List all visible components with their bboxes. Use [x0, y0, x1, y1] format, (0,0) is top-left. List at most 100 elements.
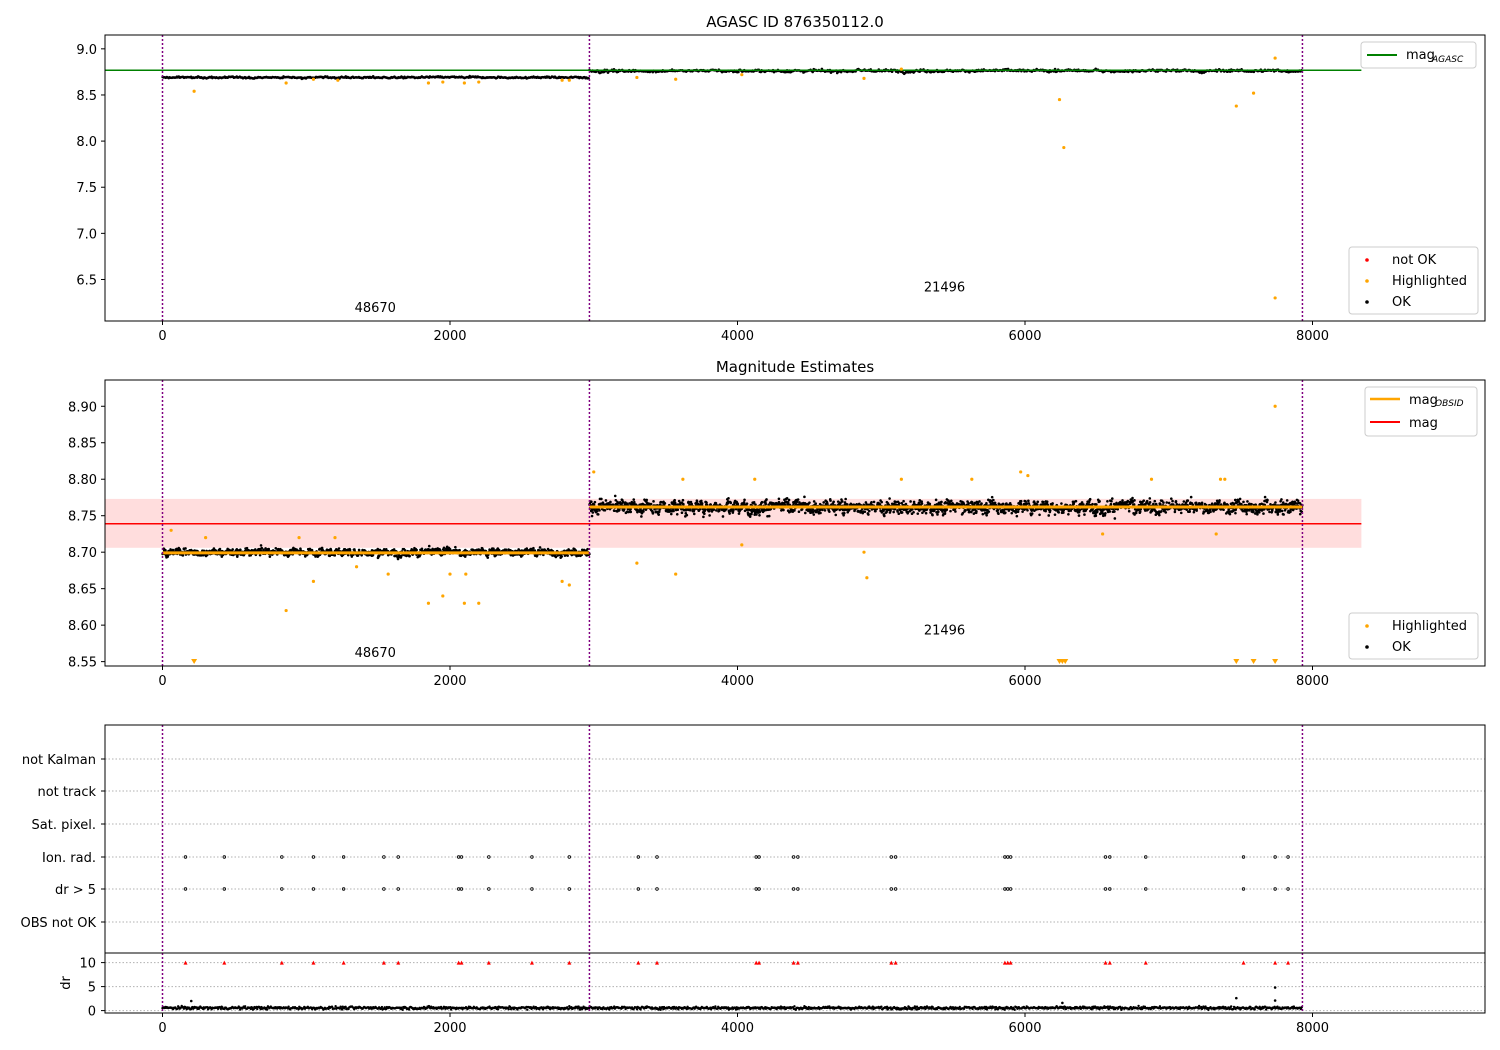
- ok-point: [1001, 502, 1005, 506]
- ok-point: [1233, 498, 1237, 502]
- highlighted-point: [386, 572, 390, 576]
- ok-point: [675, 512, 679, 516]
- ok-point: [649, 502, 653, 506]
- ok-point: [651, 512, 655, 515]
- ok-point: [1036, 500, 1040, 504]
- ok-point: [1083, 513, 1086, 516]
- ok-point: [996, 508, 1000, 512]
- figure: AGASC ID 876350112.0 48670214960 2000 4000…: [21, 13, 1486, 1036]
- ok-point: [632, 498, 636, 501]
- legend-label-mag-agasc: mag: [1406, 48, 1435, 63]
- ok-point: [171, 548, 175, 552]
- ok-point: [181, 554, 185, 557]
- ok-point: [454, 545, 457, 549]
- ok-point: [834, 513, 838, 517]
- ok-point: [911, 508, 914, 511]
- ok-point: [685, 513, 689, 517]
- ok-point: [829, 499, 832, 502]
- ok-point: [1222, 508, 1225, 512]
- panel-magnitude-estimates: Magnitude Estimates 48670214960 2000 4000 6…: [68, 358, 1486, 689]
- ok-point: [166, 555, 170, 558]
- ok-point: [985, 513, 988, 517]
- ok-point: [1153, 499, 1157, 503]
- ok-point: [949, 499, 953, 503]
- ok-point: [1131, 496, 1134, 500]
- ok-point: [652, 500, 655, 503]
- ok-point: [337, 547, 341, 550]
- legend-marker: [1365, 300, 1369, 304]
- y-tick-label: 7.5: [76, 181, 97, 196]
- ok-point: [1004, 511, 1007, 514]
- ok-point: [758, 513, 761, 517]
- ok-point: [486, 556, 490, 559]
- ok-point: [1165, 501, 1169, 504]
- ok-point: [1174, 500, 1178, 503]
- ok-point: [729, 501, 733, 505]
- ok-point: [595, 509, 599, 513]
- ok-point: [841, 500, 844, 503]
- y-tick-label: 9.0: [76, 43, 97, 58]
- ok-point: [705, 501, 708, 505]
- ok-point: [1189, 495, 1193, 499]
- ok-point: [718, 509, 721, 512]
- x-tick-label: 8000: [1296, 329, 1329, 344]
- ok-point: [940, 500, 943, 504]
- ok-point: [737, 512, 741, 515]
- ok-point: [1274, 501, 1277, 504]
- ok-point: [934, 498, 938, 502]
- ok-point: [708, 514, 711, 517]
- ok-point: [1113, 510, 1116, 513]
- highlighted-point: [333, 535, 337, 540]
- ok-point: [1210, 502, 1214, 505]
- ok-point: [785, 496, 789, 500]
- ok-point: [1091, 502, 1094, 506]
- highlighted-point: [1273, 56, 1277, 60]
- ok-point: [618, 508, 621, 512]
- ok-point: [1060, 502, 1063, 505]
- panel1-plot: 48670214960 2000 4000 6000 80006.57.07.58.08…: [76, 34, 1486, 344]
- ok-point: [1242, 500, 1245, 504]
- ok-point: [1138, 510, 1142, 514]
- ok-point: [714, 501, 718, 505]
- highlighted-point: [441, 80, 445, 84]
- ok-point: [931, 513, 934, 517]
- highlighted-point: [354, 565, 359, 569]
- ok-point: [892, 510, 895, 514]
- ok-point: [1171, 499, 1174, 503]
- highlighted-point: [477, 80, 481, 84]
- highlighted-point: [560, 78, 564, 82]
- ok-point: [767, 514, 771, 518]
- ok-point: [897, 512, 901, 516]
- ok-point: [1169, 497, 1173, 500]
- obsid-label: 21496: [924, 280, 965, 295]
- ok-point: [267, 547, 271, 551]
- highlighted-point: [297, 535, 301, 540]
- ok-point: [909, 500, 912, 503]
- ok-point: [702, 515, 705, 519]
- ok-point: [1270, 509, 1274, 512]
- legend-label: OK: [1392, 295, 1411, 310]
- highlighted-point: [862, 76, 866, 80]
- panel1-title: AGASC ID 876350112.0: [706, 13, 884, 31]
- ok-point: [1186, 499, 1190, 502]
- ok-point: [268, 555, 272, 558]
- ok-point: [764, 502, 767, 506]
- panel2-title: Magnitude Estimates: [716, 358, 874, 376]
- ok-point: [777, 497, 781, 501]
- ok-point: [842, 511, 846, 515]
- ok-point: [1238, 497, 1242, 501]
- ok-point: [1285, 499, 1289, 502]
- ok-point: [1175, 503, 1179, 506]
- ok-point: [897, 501, 901, 505]
- ok-point: [997, 512, 1000, 516]
- ok-point: [1127, 509, 1131, 513]
- ok-point: [812, 513, 816, 516]
- ok-point: [1162, 501, 1165, 504]
- ok-point: [1095, 510, 1099, 513]
- ok-point: [633, 500, 636, 504]
- legend-marker: [1365, 258, 1369, 262]
- ok-point: [1263, 495, 1267, 499]
- ok-point: [883, 514, 886, 518]
- ok-point: [933, 508, 936, 511]
- ok-point: [936, 510, 940, 513]
